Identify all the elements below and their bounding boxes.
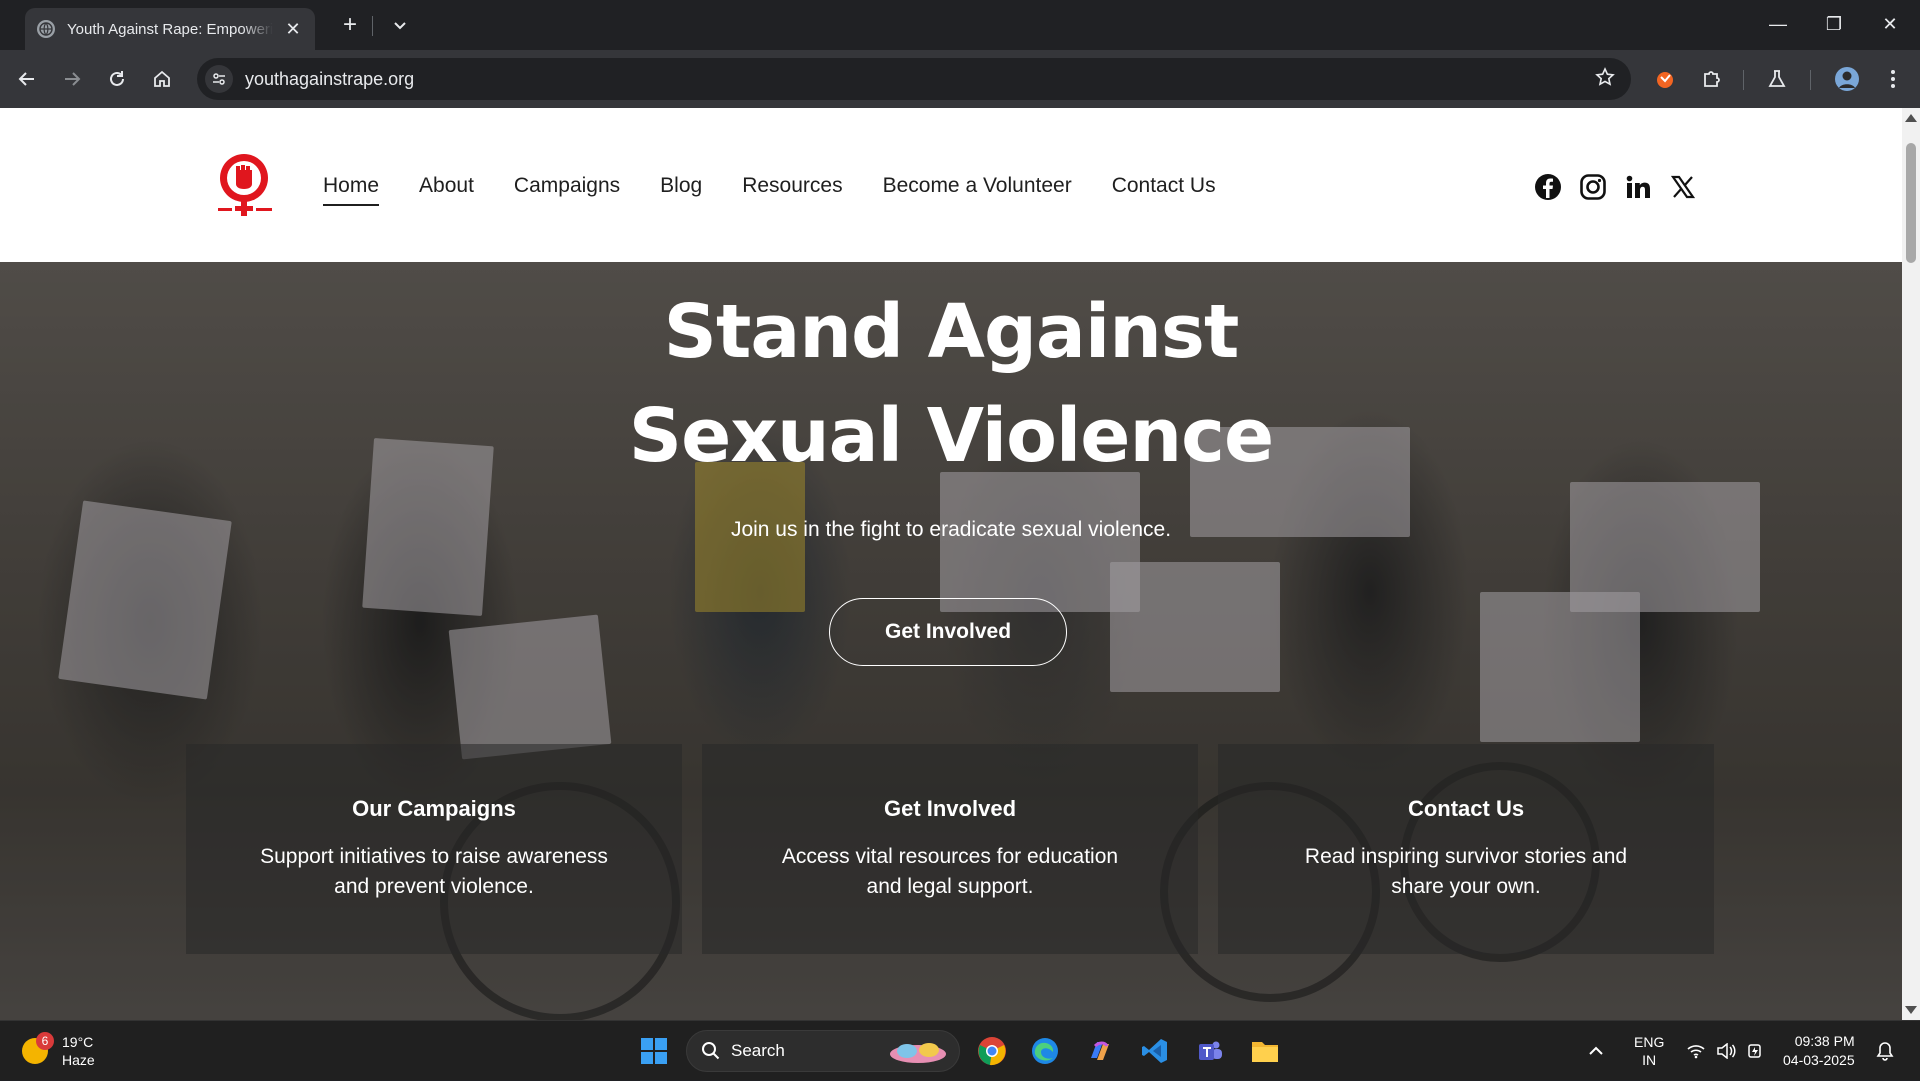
windows-taskbar: 6 19°C Haze Search ENG IN 09:38 PM 04-03…: [0, 1020, 1920, 1080]
search-icon: [702, 1042, 720, 1060]
nav-about[interactable]: About: [419, 174, 474, 206]
lang-region: IN: [1642, 1052, 1657, 1068]
scroll-up-arrow[interactable]: [1905, 114, 1917, 122]
weather-haze-icon: 6: [22, 1032, 54, 1064]
notification-badge: 6: [36, 1032, 54, 1050]
card-text: Access vital resources for education and…: [781, 845, 1119, 898]
url-text[interactable]: youthagainstrape.org: [245, 69, 414, 90]
nav-home[interactable]: Home: [323, 174, 380, 206]
tab-strip: Youth Against Rape: Empowering ✕ + — ❐ ✕: [0, 0, 1920, 50]
get-involved-button[interactable]: Get Involved: [829, 598, 1067, 666]
site-info-icon[interactable]: [205, 65, 233, 93]
tab-divider: [372, 16, 373, 36]
window-close-button[interactable]: ✕: [1862, 0, 1918, 50]
battery-charging-icon: [1748, 1044, 1761, 1058]
page-viewport: Home About Campaigns Blog Resources Beco…: [0, 108, 1902, 1020]
address-bar[interactable]: youthagainstrape.org: [197, 58, 1631, 100]
nav-become-volunteer[interactable]: Become a Volunteer: [883, 174, 1072, 206]
language-indicator[interactable]: ENG IN: [1634, 1021, 1664, 1081]
copilot-taskbar-icon[interactable]: [1080, 1031, 1120, 1071]
reload-button[interactable]: [100, 62, 134, 96]
back-button[interactable]: [10, 62, 44, 96]
windows-logo-icon: [641, 1038, 667, 1064]
kebab-menu-icon[interactable]: [1878, 64, 1908, 94]
profile-avatar[interactable]: [1832, 64, 1862, 94]
taskbar-search[interactable]: Search: [686, 1030, 960, 1072]
main-nav: Home About Campaigns Blog Resources Beco…: [323, 174, 1256, 206]
clock[interactable]: 09:38 PM 04-03-2025: [1783, 1021, 1855, 1081]
file-explorer-taskbar-icon[interactable]: [1245, 1031, 1285, 1071]
chevron-up-icon: [1589, 1046, 1603, 1055]
forward-button[interactable]: [55, 62, 89, 96]
labs-flask-icon[interactable]: [1762, 64, 1792, 94]
linkedin-icon[interactable]: [1623, 172, 1653, 202]
feature-card-campaigns[interactable]: Our Campaigns Support initiatives to rai…: [186, 744, 682, 954]
weather-widget[interactable]: 6 19°C Haze: [22, 1032, 95, 1069]
feature-card-get-involved[interactable]: Get Involved Access vital resources for …: [702, 744, 1198, 954]
browser-toolbar: youthagainstrape.org: [0, 50, 1920, 108]
site-header: Home About Campaigns Blog Resources Beco…: [0, 108, 1902, 262]
nav-contact-us[interactable]: Contact Us: [1112, 174, 1216, 206]
lang-primary: ENG: [1634, 1034, 1665, 1050]
hero-title: Stand Against Sexual Violence: [628, 289, 1274, 479]
chevron-down-icon: [394, 22, 406, 30]
reload-icon: [110, 71, 124, 86]
nav-blog[interactable]: Blog: [660, 174, 702, 206]
tab-search-button[interactable]: [385, 11, 415, 41]
hero-subtitle: Join us in the fight to eradicate sexual…: [730, 518, 1172, 541]
home-icon: [154, 70, 170, 87]
nav-campaigns[interactable]: Campaigns: [514, 174, 620, 206]
card-title: Get Involved: [883, 796, 1017, 821]
search-label: Search: [731, 1041, 785, 1060]
home-button[interactable]: [145, 62, 179, 96]
scroll-down-arrow[interactable]: [1905, 1006, 1917, 1014]
clock-date: 04-03-2025: [1783, 1052, 1855, 1068]
chrome-beta-taskbar-icon[interactable]: [972, 1031, 1012, 1071]
notification-center-button[interactable]: [1876, 1021, 1894, 1081]
card-title: Our Campaigns: [352, 796, 516, 821]
arrow-left-icon: [18, 72, 34, 86]
start-button[interactable]: [634, 1031, 674, 1071]
nav-resources[interactable]: Resources: [742, 174, 842, 206]
teams-taskbar-icon[interactable]: [1190, 1031, 1230, 1071]
card-text: Read inspiring survivor stories and shar…: [1304, 845, 1628, 898]
card-title: Contact Us: [1407, 796, 1525, 821]
x-twitter-icon[interactable]: [1668, 172, 1698, 202]
arrow-right-icon: [65, 72, 81, 86]
hero-section: Stand Against Sexual Violence Join us in…: [0, 262, 1902, 1020]
browser-tab[interactable]: Youth Against Rape: Empowering ✕: [25, 8, 315, 50]
weather-desc: Haze: [62, 1052, 95, 1068]
tab-title: Youth Against Rape: Empowering: [67, 20, 274, 38]
instagram-icon[interactable]: [1578, 172, 1608, 202]
search-highlight-icon: [890, 1043, 946, 1063]
tab-close-icon[interactable]: ✕: [283, 19, 303, 40]
notification-bell-icon: [1876, 1042, 1894, 1061]
toolbar-divider: [1743, 70, 1744, 90]
toolbar-divider: [1810, 70, 1811, 90]
minimize-button[interactable]: —: [1750, 0, 1806, 50]
feature-card-contact[interactable]: Contact Us Read inspiring survivor stori…: [1218, 744, 1714, 954]
edge-taskbar-icon[interactable]: [1025, 1031, 1065, 1071]
site-logo[interactable]: [214, 150, 280, 222]
weather-temp: 19°C: [62, 1034, 94, 1050]
scrollbar-thumb[interactable]: [1906, 143, 1916, 263]
card-text: Support initiatives to raise awareness a…: [260, 845, 608, 898]
show-hidden-icons-button[interactable]: [1588, 1021, 1604, 1081]
wifi-icon: [1687, 1045, 1705, 1059]
vscode-taskbar-icon[interactable]: [1135, 1031, 1175, 1071]
page-scrollbar[interactable]: [1902, 108, 1920, 1020]
restore-button[interactable]: ❐: [1806, 0, 1862, 50]
clock-time: 09:38 PM: [1794, 1033, 1855, 1049]
bookmark-star-icon[interactable]: [1595, 67, 1615, 93]
extension-icon[interactable]: [1650, 64, 1680, 94]
volume-icon: [1717, 1043, 1736, 1059]
extensions-puzzle-icon[interactable]: [1697, 64, 1727, 94]
system-tray-status[interactable]: [1686, 1021, 1766, 1081]
new-tab-button[interactable]: +: [335, 11, 365, 41]
globe-icon: [37, 20, 55, 38]
facebook-icon[interactable]: [1533, 172, 1563, 202]
